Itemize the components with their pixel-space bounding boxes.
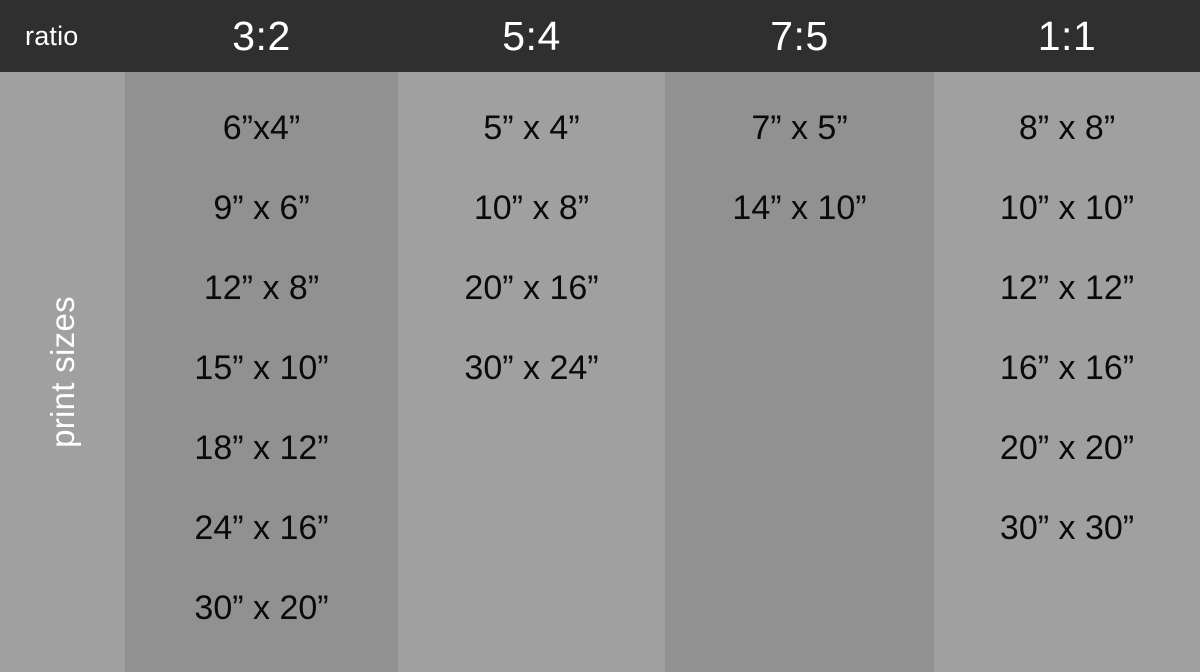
print-size-cell: 12” x 8” <box>203 269 320 307</box>
print-size-cell: 14” x 10” <box>732 189 867 227</box>
header-ratio-1-1: 1:1 <box>1037 12 1097 59</box>
print-size-cell: 10” x 10” <box>999 189 1135 227</box>
print-size-ratio-table: print sizes 6”x4” 9” x 6” 12” x 8” 15” x 10… <box>0 0 1200 672</box>
print-size-cell: 20” x 16” <box>464 269 599 307</box>
header-ratio-5-4: 5:4 <box>502 12 561 59</box>
header-ratio-label: ratio <box>25 20 79 51</box>
print-size-cell: 24” x 16” <box>194 509 329 547</box>
print-size-cell: 18” x 12” <box>194 429 329 467</box>
column-body-7-5: 7” x 5” 14” x 10” <box>665 72 934 672</box>
column-body-5-4: 5” x 4” 10” x 8” 20” x 16” 30” x 24” <box>398 72 665 672</box>
print-size-cell: 16” x 16” <box>999 349 1135 387</box>
row-group-label-column: print sizes <box>0 72 125 672</box>
print-sizes-label-text: print sizes <box>43 296 81 448</box>
table-body: print sizes 6”x4” 9” x 6” 12” x 8” 15” x 10… <box>0 72 1200 672</box>
header-ratio-3-2: 3:2 <box>232 12 291 59</box>
column-body-3-2: 6”x4” 9” x 6” 12” x 8” 15” x 10” 18” x 12” 24… <box>125 72 398 672</box>
print-size-cell: 12” x 12” <box>999 269 1135 307</box>
print-sizes-vertical-label: print sizes <box>0 72 125 672</box>
print-size-cell: 30” x 24” <box>464 349 599 387</box>
print-size-cell: 15” x 10” <box>194 349 329 387</box>
column-body-1-1: 8” x 8” 10” x 10” 12” x 12” 16” x 16” 20” x … <box>934 72 1200 672</box>
table-header: ratio 3:2 5:4 7:5 1:1 <box>0 0 1200 72</box>
print-size-cell: 8” x 8” <box>1018 109 1116 147</box>
print-size-cell: 9” x 6” <box>213 189 310 227</box>
print-size-cell: 30” x 30” <box>999 509 1135 547</box>
print-size-cell: 10” x 8” <box>473 189 590 227</box>
print-size-cell: 6”x4” <box>222 109 301 147</box>
print-size-cell: 20” x 20” <box>999 429 1135 467</box>
print-size-cell: 30” x 20” <box>194 589 329 627</box>
header-ratio-7-5: 7:5 <box>770 12 829 59</box>
print-size-cell: 7” x 5” <box>751 109 848 147</box>
print-size-cell: 5” x 4” <box>483 109 580 147</box>
